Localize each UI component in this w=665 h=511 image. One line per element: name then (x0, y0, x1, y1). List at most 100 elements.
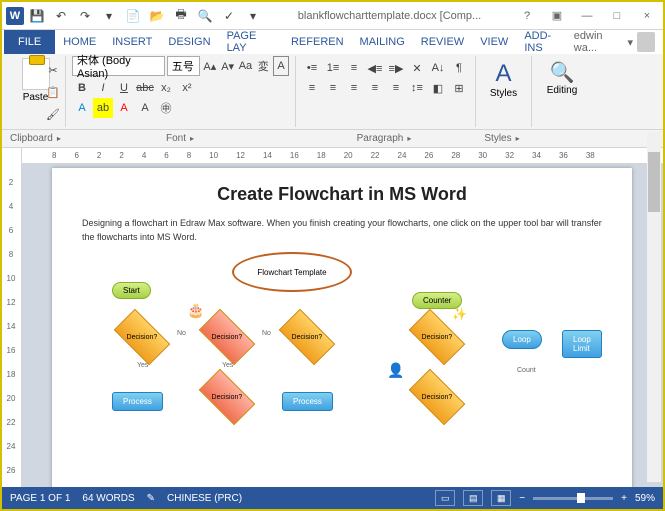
tab-addins[interactable]: ADD-INS (516, 30, 573, 54)
document-page[interactable]: Create Flowchart in MS Word Designing a … (52, 168, 632, 498)
tab-review[interactable]: REVIEW (413, 30, 472, 54)
font-size-select[interactable]: 五号 (167, 56, 200, 76)
strike-button[interactable]: abc (135, 78, 155, 98)
shading-icon[interactable]: ◧ (428, 78, 448, 98)
flowchart-process-2: Process (282, 392, 333, 411)
grow-font-icon[interactable]: A▴ (202, 56, 218, 76)
zoom-slider-thumb[interactable] (577, 493, 585, 503)
align-right-icon[interactable]: ≡ (344, 78, 364, 98)
font-color-icon[interactable]: A (114, 98, 134, 118)
web-layout-icon[interactable]: ▦ (491, 490, 511, 506)
justify-icon[interactable]: ≡ (365, 78, 385, 98)
copy-icon[interactable]: 📋 (43, 82, 63, 102)
vertical-scrollbar[interactable] (647, 132, 661, 482)
file-tab[interactable]: FILE (4, 30, 55, 54)
page-canvas[interactable]: 8622468101214161820222426283032343638 Cr… (22, 148, 663, 498)
qat-more-icon[interactable]: ▾ (242, 5, 264, 27)
superscript-button[interactable]: x² (177, 78, 197, 98)
styles-group-label[interactable]: Styles▸ (474, 130, 530, 147)
user-account[interactable]: edwin wa... ▾ (574, 30, 661, 54)
qat-dropdown-icon[interactable]: ▾ (98, 5, 120, 27)
save-icon[interactable]: 💾 (26, 5, 48, 27)
proofing-icon[interactable]: ✎ (147, 493, 155, 504)
line-spacing-icon[interactable]: ↕≡ (407, 78, 427, 98)
binoculars-icon: 🔍 (550, 60, 575, 85)
italic-button[interactable]: I (93, 78, 113, 98)
font-label[interactable]: Font▸ (66, 130, 294, 147)
tab-insert[interactable]: INSERT (104, 30, 160, 54)
char-shading-icon[interactable]: A (135, 98, 155, 118)
align-center-icon[interactable]: ≡ (323, 78, 343, 98)
print-icon[interactable]: 🖶 (170, 5, 192, 27)
editing-button[interactable]: 🔍 Editing (538, 56, 586, 100)
zoom-level[interactable]: 59% (635, 493, 655, 504)
multilevel-icon[interactable]: ≡ (344, 58, 364, 78)
tab-home[interactable]: HOME (55, 30, 104, 54)
styles-button[interactable]: A Styles (482, 56, 525, 103)
word-app-icon[interactable]: W (6, 7, 24, 25)
phonetic-icon[interactable]: 変 (255, 56, 271, 76)
window-controls: ? ▣ — □ × (515, 6, 659, 26)
flowchart-start: Start (112, 282, 151, 299)
decrease-indent-icon[interactable]: ◀≡ (365, 58, 385, 78)
spellcheck-icon[interactable]: ✓ (218, 5, 240, 27)
redo-icon[interactable]: ↷ (74, 5, 96, 27)
window-title: blankflowcharttemplate.docx [Comp... (264, 10, 515, 22)
text-effects-icon[interactable]: A (72, 98, 92, 118)
format-painter-icon[interactable]: 🖌 (43, 104, 63, 124)
minimize-button[interactable]: — (575, 6, 599, 26)
tab-mailing[interactable]: MAILING (352, 30, 413, 54)
read-mode-icon[interactable]: ▭ (435, 490, 455, 506)
bullets-icon[interactable]: •≡ (302, 58, 322, 78)
tab-view[interactable]: VIEW (472, 30, 516, 54)
change-case-icon[interactable]: Aa (238, 56, 254, 76)
clipboard-label[interactable]: Clipboard▸ (2, 130, 66, 147)
help-icon[interactable]: ? (515, 6, 539, 26)
sort-icon[interactable]: A↓ (428, 58, 448, 78)
distribute-icon[interactable]: ≡ (386, 78, 406, 98)
print-layout-icon[interactable]: ▤ (463, 490, 483, 506)
paragraph-group: •≡ 1≡ ≡ ◀≡ ≡▶ ✕ A↓ ¶ ≡ ≡ ≡ ≡ ≡ ↕≡ ◧ ⊞ (296, 56, 476, 127)
enclose-char-icon[interactable]: ㊥ (156, 98, 176, 118)
zoom-out-button[interactable]: − (519, 493, 525, 504)
flowchart-process-1: Process (112, 392, 163, 411)
borders-icon[interactable]: ⊞ (449, 78, 469, 98)
open-icon[interactable]: 📂 (146, 5, 168, 27)
tab-references[interactable]: REFEREN (283, 30, 352, 54)
preview-icon[interactable]: 🔍 (194, 5, 216, 27)
tab-page-layout[interactable]: PAGE LAY (219, 30, 283, 54)
bold-button[interactable]: B (72, 78, 92, 98)
zoom-in-button[interactable]: + (621, 493, 627, 504)
zoom-slider[interactable] (533, 497, 613, 500)
numbering-icon[interactable]: 1≡ (323, 58, 343, 78)
tab-design[interactable]: DESIGN (160, 30, 218, 54)
highlight-icon[interactable]: ab (93, 98, 113, 118)
maximize-button[interactable]: □ (605, 6, 629, 26)
char-border-icon[interactable]: A (273, 56, 289, 76)
new-icon[interactable]: 📄 (122, 5, 144, 27)
shrink-font-icon[interactable]: A▾ (220, 56, 236, 76)
subscript-button[interactable]: x₂ (156, 78, 176, 98)
cut-icon[interactable]: ✂ (43, 60, 63, 80)
word-count[interactable]: 64 WORDS (82, 493, 134, 504)
scrollbar-thumb[interactable] (648, 152, 660, 212)
align-left-icon[interactable]: ≡ (302, 78, 322, 98)
horizontal-ruler[interactable]: 8622468101214161820222426283032343638 (22, 148, 663, 164)
undo-icon[interactable]: ↶ (50, 5, 72, 27)
ribbon-options-icon[interactable]: ▣ (545, 6, 569, 26)
sparkle-icon: ✨ (452, 307, 467, 321)
font-name-select[interactable]: 宋体 (Body Asian) (72, 56, 165, 76)
flowchart-diagram: Flowchart Template Start Decision? Decis… (82, 252, 602, 472)
page-count[interactable]: PAGE 1 OF 1 (10, 493, 70, 504)
show-marks-icon[interactable]: ¶ (449, 58, 469, 78)
paragraph-label[interactable]: Paragraph▸ (294, 130, 474, 147)
vertical-ruler[interactable]: 2 4 6 8 10 12 14 16 18 20 22 24 26 (2, 148, 22, 498)
flowchart-decision-2: Decision? (199, 309, 256, 366)
document-area: 2 4 6 8 10 12 14 16 18 20 22 24 26 86224… (2, 148, 663, 498)
increase-indent-icon[interactable]: ≡▶ (386, 58, 406, 78)
underline-button[interactable]: U (114, 78, 134, 98)
close-button[interactable]: × (635, 6, 659, 26)
language-status[interactable]: CHINESE (PRC) (167, 493, 242, 504)
flowchart-loop-limit: Loop Limit (562, 330, 602, 358)
asian-layout-icon[interactable]: ✕ (407, 58, 427, 78)
